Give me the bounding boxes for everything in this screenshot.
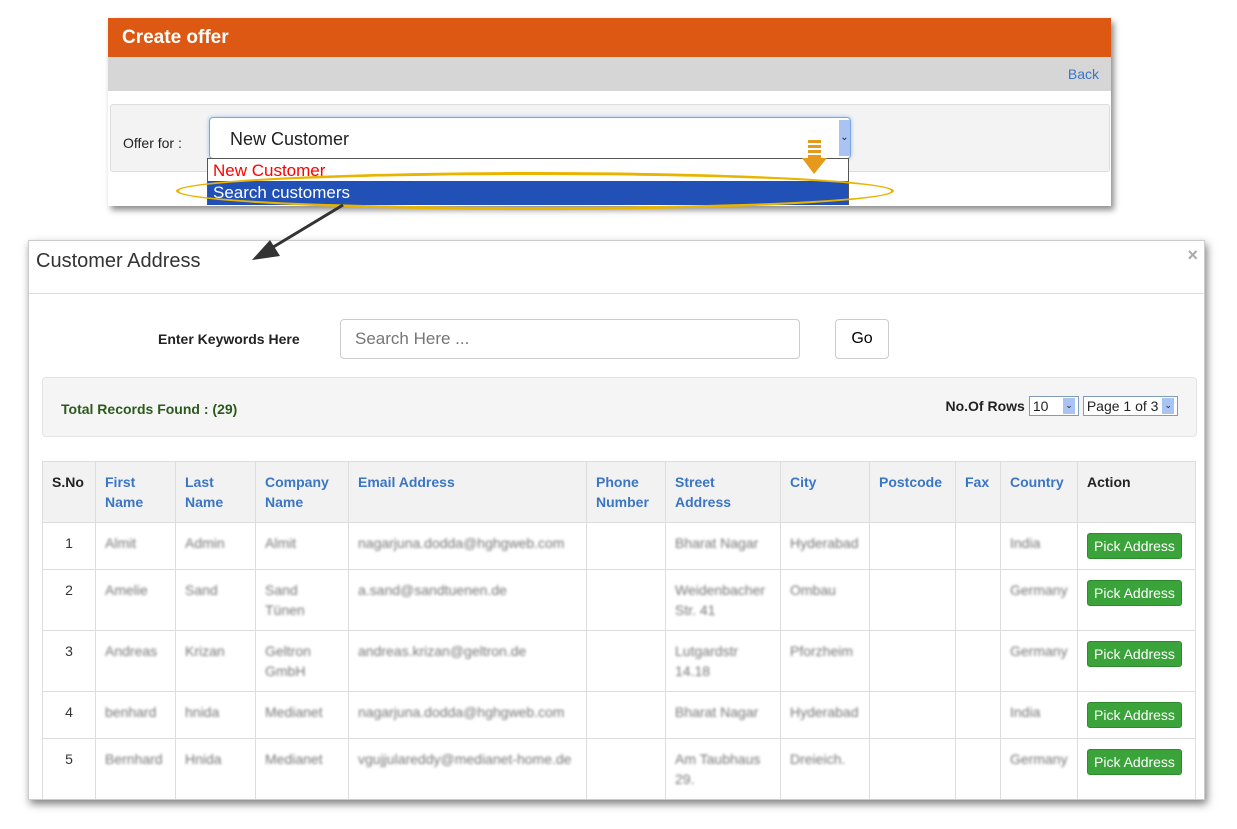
annotation-arrows — [252, 140, 827, 260]
down-arrow-icon — [802, 140, 827, 174]
pointer-arrow-icon — [252, 203, 344, 260]
